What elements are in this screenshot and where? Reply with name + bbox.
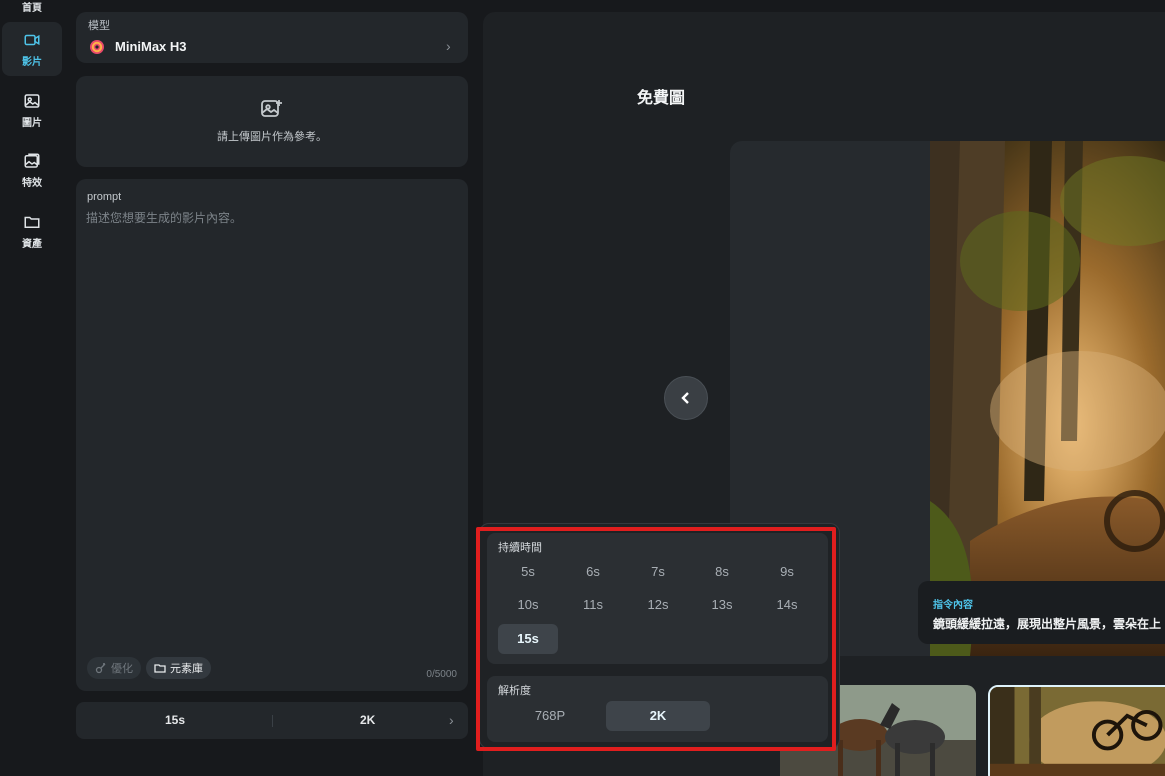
divider	[272, 715, 273, 727]
prompt-title: prompt	[87, 191, 122, 203]
prompt-input[interactable]	[86, 209, 458, 649]
folder-icon	[24, 216, 40, 228]
magic-wand-icon	[95, 663, 106, 674]
nav-item-effects[interactable]: 特效	[2, 143, 62, 197]
previous-button[interactable]	[664, 376, 708, 420]
duration-option-7s[interactable]: 7s	[628, 557, 688, 587]
duration-option-14s[interactable]: 14s	[757, 590, 817, 620]
resolution-option-768p[interactable]: 768P	[498, 701, 602, 731]
char-counter: 0/5000	[426, 669, 457, 680]
duration-section: 持續時間 5s 6s 7s 8s 9s 10s 11s 12s 13s 14s …	[487, 533, 828, 664]
model-selector[interactable]: 模型 MiniMax H3 ›	[76, 12, 468, 63]
nav-label-video: 影片	[22, 56, 42, 68]
chevron-right-icon: ›	[446, 38, 451, 54]
element-library-label: 元素庫	[170, 663, 203, 675]
nav-item-home[interactable]: 首頁	[2, 0, 62, 22]
duration-option-11s[interactable]: 11s	[563, 590, 623, 620]
thumbnail-mountain-bike[interactable]	[988, 685, 1165, 776]
duration-option-15s[interactable]: 15s	[498, 624, 558, 654]
duration-option-13s[interactable]: 13s	[692, 590, 752, 620]
generation-settings-bar[interactable]: 15s 2K ›	[76, 702, 468, 739]
model-caption: 模型	[88, 20, 110, 32]
optimize-button[interactable]: 優化	[87, 657, 141, 679]
model-name: MiniMax H3	[115, 39, 187, 54]
image-upload-area[interactable]: 請上傳圖片作為參考。	[76, 76, 468, 167]
resolution-section: 解析度 768P 2K	[487, 676, 828, 742]
prompt-card: prompt 優化 元素庫 0/5000	[76, 179, 468, 691]
upload-hint: 請上傳圖片作為參考。	[217, 131, 327, 143]
prompt-caption-card: 指令內容 鏡頭緩緩拉遠，展現出整片風景，雲朵在上	[918, 581, 1165, 644]
add-image-icon	[261, 100, 282, 117]
resolution-title: 解析度	[498, 685, 531, 697]
left-nav: 首頁 影片 圖片 特效 資產	[0, 0, 64, 776]
element-library-button[interactable]: 元素庫	[146, 657, 211, 679]
resolution-option-2k[interactable]: 2K	[606, 701, 710, 731]
resolution-value: 2K	[360, 713, 376, 727]
effects-icon	[24, 153, 40, 168]
chevron-left-icon	[681, 392, 689, 404]
duration-option-9s[interactable]: 9s	[757, 557, 817, 587]
duration-option-8s[interactable]: 8s	[692, 557, 752, 587]
duration-option-5s[interactable]: 5s	[498, 557, 558, 587]
preview-image	[930, 141, 1165, 656]
duration-value: 15s	[165, 713, 186, 727]
nav-item-assets[interactable]: 資產	[2, 204, 62, 258]
duration-option-6s[interactable]: 6s	[563, 557, 623, 587]
app: 首頁 影片 圖片 特效 資產 模型 MiniMax H3 › 請上傳圖片作為參考…	[0, 0, 1165, 776]
chevron-right-icon: ›	[449, 712, 454, 728]
duration-option-12s[interactable]: 12s	[628, 590, 688, 620]
duration-option-10s[interactable]: 10s	[498, 590, 558, 620]
nav-label-image: 圖片	[22, 117, 42, 129]
nav-label-assets: 資產	[22, 238, 42, 250]
main-title: 免費圖	[637, 90, 686, 107]
minimax-logo-icon	[90, 40, 104, 54]
nav-label-home: 首頁	[22, 2, 42, 14]
folder-icon	[154, 664, 166, 673]
nav-item-image[interactable]: 圖片	[2, 83, 62, 137]
duration-title: 持續時間	[498, 542, 542, 554]
optimize-label: 優化	[111, 663, 133, 675]
nav-label-effects: 特效	[22, 177, 42, 189]
caption-label: 指令內容	[933, 600, 973, 611]
caption-text: 鏡頭緩緩拉遠，展現出整片風景，雲朵在上	[933, 617, 1162, 631]
image-icon	[24, 93, 40, 108]
video-icon	[24, 34, 40, 45]
nav-item-video[interactable]: 影片	[2, 22, 62, 76]
